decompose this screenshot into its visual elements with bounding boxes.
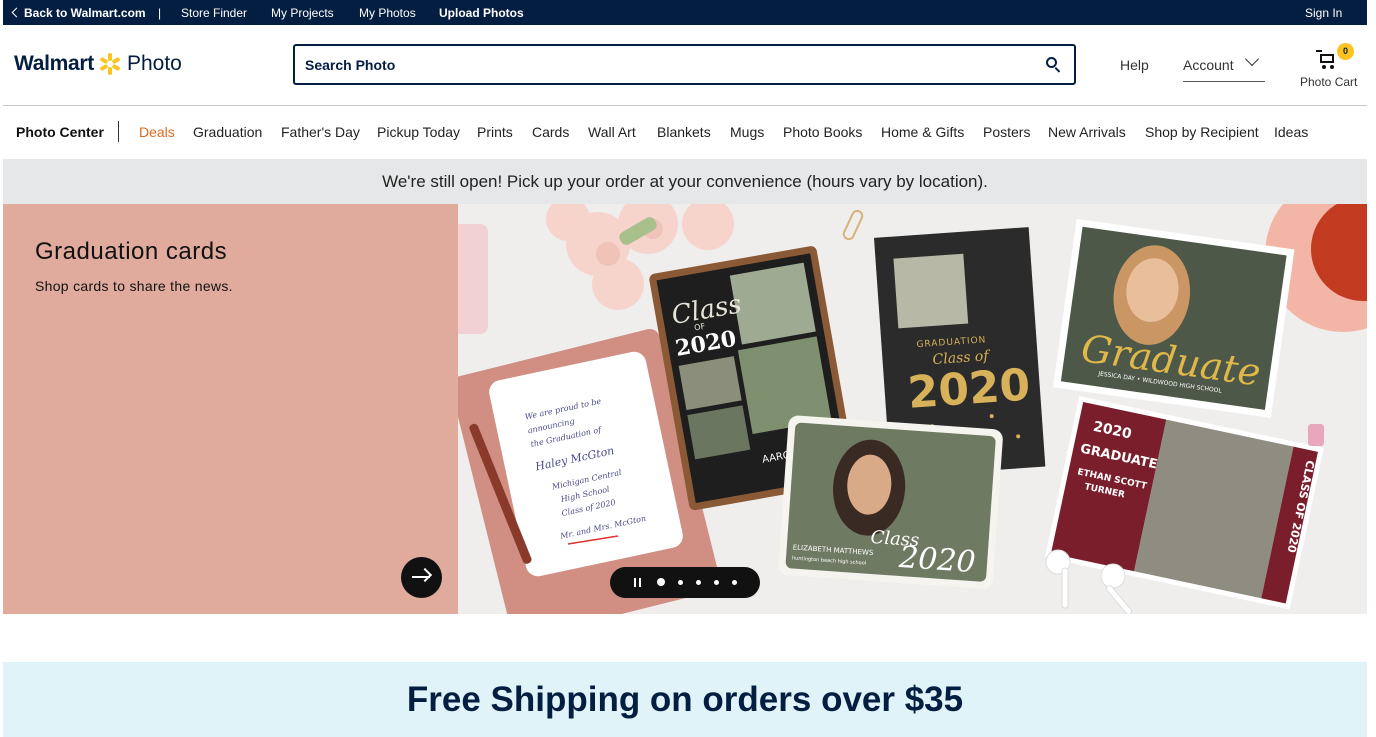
hero-image[interactable]: We are proud to be announcing the Gradua… — [458, 204, 1367, 614]
hero-text-panel[interactable]: Graduation cards Shop cards to share the… — [3, 204, 458, 614]
search-box — [293, 44, 1076, 85]
nav-item-wall-art[interactable]: Wall Art — [588, 124, 636, 140]
header: Walmart Photo Help Account 0 Photo Cart — [3, 25, 1367, 106]
my-projects-link[interactable]: My Projects — [271, 6, 334, 20]
hero-title: Graduation cards — [35, 238, 228, 265]
spark-icon — [99, 53, 121, 75]
nav-item-prints[interactable]: Prints — [477, 124, 513, 140]
help-link[interactable]: Help — [1120, 57, 1149, 73]
cart-label: Photo Cart — [1300, 75, 1358, 89]
logo-product: Photo — [126, 52, 182, 75]
card5-year: 2020 — [897, 540, 977, 580]
photo-cart-button[interactable]: 0 Photo Cart — [1295, 43, 1359, 91]
search-input[interactable] — [305, 46, 1005, 83]
cart-count-badge: 0 — [1337, 43, 1354, 60]
nav-item-new-arrivals[interactable]: New Arrivals — [1048, 124, 1126, 140]
nav-item-shop-by-recipient[interactable]: Shop by Recipient — [1145, 124, 1259, 140]
nav-item-photo-books[interactable]: Photo Books — [783, 124, 862, 140]
nav-item-pickup-today[interactable]: Pickup Today — [377, 124, 460, 140]
nav-item-blankets[interactable]: Blankets — [657, 124, 711, 140]
chevron-down-icon — [1244, 51, 1260, 67]
hero-carousel: Graduation cards Shop cards to share the… — [3, 204, 1367, 614]
carousel-controls — [610, 567, 760, 598]
nav-item-mugs[interactable]: Mugs — [730, 124, 764, 140]
nav-item-home-gifts[interactable]: Home & Gifts — [881, 124, 964, 140]
utility-bar: Back to Walmart.com | Store Finder My Pr… — [3, 0, 1367, 25]
store-finder-link[interactable]: Store Finder — [181, 6, 247, 20]
pause-icon[interactable] — [634, 578, 641, 587]
carousel-dot-3[interactable] — [696, 580, 701, 585]
photo-center-link[interactable]: Photo Center — [16, 124, 104, 140]
my-photos-link[interactable]: My Photos — [359, 6, 416, 20]
nav-item-fathers-day[interactable]: Father's Day — [281, 124, 360, 140]
free-shipping-banner[interactable]: Free Shipping on orders over $35 — [3, 662, 1367, 737]
hero-subtitle: Shop cards to share the news. — [35, 278, 233, 294]
nav-divider — [118, 121, 119, 142]
cart-icon — [1316, 50, 1338, 70]
carousel-dot-1[interactable] — [657, 578, 665, 586]
account-menu[interactable]: Account — [1183, 51, 1265, 82]
store-open-notice: We're still open! Pick up your order at … — [3, 159, 1367, 204]
next-slide-button[interactable] — [401, 557, 442, 598]
nav-item-ideas[interactable]: Ideas — [1274, 124, 1308, 140]
upload-photos-link[interactable]: Upload Photos — [439, 6, 524, 20]
nav-item-posters[interactable]: Posters — [983, 124, 1030, 140]
nav-item-deals[interactable]: Deals — [139, 124, 175, 140]
category-nav: Photo Center Deals Graduation Father's D… — [3, 107, 1367, 158]
nav-item-cards[interactable]: Cards — [532, 124, 569, 140]
back-to-walmart-label: Back to Walmart.com — [24, 6, 146, 20]
graduation-cards-photo: We are proud to be announcing the Gradua… — [458, 204, 1367, 614]
chevron-left-icon — [11, 7, 22, 18]
carousel-dot-4[interactable] — [714, 580, 719, 585]
account-label: Account — [1183, 57, 1234, 73]
back-to-walmart-link[interactable]: Back to Walmart.com — [11, 6, 146, 20]
logo-brand: Walmart — [14, 52, 94, 75]
walmart-photo-logo[interactable]: Walmart Photo — [14, 52, 182, 76]
carousel-dot-5[interactable] — [732, 580, 737, 585]
card2-year: 2020 — [906, 359, 1032, 418]
search-button[interactable] — [1042, 53, 1066, 77]
nav-item-graduation[interactable]: Graduation — [193, 124, 262, 140]
carousel-dot-2[interactable] — [678, 580, 683, 585]
sign-in-link[interactable]: Sign In — [1305, 6, 1342, 20]
utility-separator: | — [158, 6, 162, 20]
